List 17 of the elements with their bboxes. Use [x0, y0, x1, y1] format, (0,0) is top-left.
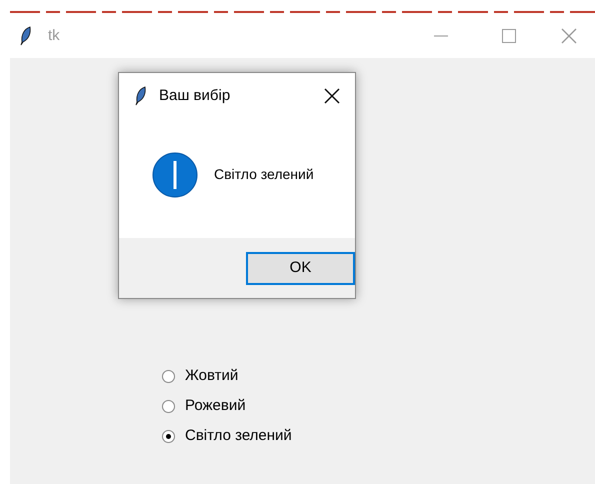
- radio-option[interactable]: Рожевий: [162, 394, 595, 418]
- minimize-icon: [434, 35, 448, 37]
- close-icon: [561, 28, 577, 44]
- close-icon: [324, 88, 340, 104]
- radio-option[interactable]: Світло зелений: [162, 424, 595, 448]
- radio-button[interactable]: [162, 430, 175, 442]
- radio-option[interactable]: Жовтий: [162, 364, 595, 388]
- window-title: tk: [48, 26, 60, 46]
- maximize-icon: [502, 29, 516, 43]
- info-icon: [152, 152, 198, 198]
- dialog-title: Ваш вибір: [159, 86, 230, 106]
- feather-icon: [135, 86, 147, 106]
- radio-button[interactable]: [162, 370, 175, 382]
- dialog-message: Світло зелений: [214, 165, 314, 184]
- radio-button[interactable]: [162, 400, 175, 412]
- ok-button[interactable]: OK: [246, 252, 355, 284]
- feather-icon: [20, 26, 32, 46]
